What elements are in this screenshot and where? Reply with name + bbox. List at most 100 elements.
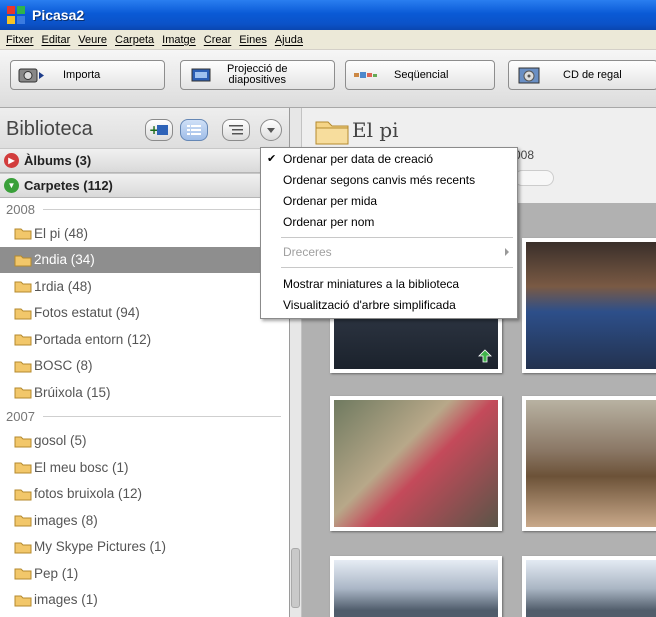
folder-label: Portada entorn (12)	[34, 331, 152, 347]
folder-icon	[315, 121, 349, 145]
menu-carpeta[interactable]: Carpeta	[111, 34, 158, 46]
folder-icon	[14, 515, 32, 527]
folder-icon	[14, 489, 32, 500]
menu-eines[interactable]: Eines	[235, 34, 271, 46]
folder-icon	[14, 334, 32, 346]
year-label: 2007	[6, 409, 35, 424]
scrollbar-thumb[interactable]	[291, 548, 300, 608]
divider	[42, 416, 281, 417]
folder-item[interactable]: El meu bosc (1)	[0, 454, 289, 481]
folder-item[interactable]: images (8)	[0, 507, 289, 534]
folder-label: gosol (5)	[34, 433, 87, 449]
menu-item-sort-by-name[interactable]: Ordenar per nom	[261, 212, 517, 232]
folder-item[interactable]: images (1)	[0, 587, 289, 614]
folder-label: 2ndia (34)	[34, 252, 95, 268]
toolbar: Importa Projecció de diapositives Seqüen…	[0, 50, 656, 108]
menu-item-shortcuts: Dreceres	[261, 242, 517, 262]
folder-item[interactable]: BOSC (8)	[0, 353, 289, 380]
menu-item-simplified-tree[interactable]: Visualització d'arbre simplificada	[261, 295, 517, 315]
caption-pill[interactable]	[514, 170, 554, 186]
title-bar: Picasa2	[0, 0, 656, 30]
chevron-down-icon	[267, 128, 275, 133]
tree-view-button[interactable]	[222, 119, 250, 141]
folder-label: images (1)	[34, 592, 98, 608]
folder-icon	[14, 308, 32, 319]
folder-label: Brúixola (15)	[34, 384, 111, 400]
list-view-button[interactable]	[180, 119, 208, 141]
menu-fitxer[interactable]: Fitxer	[2, 34, 38, 46]
submenu-arrow-icon	[505, 248, 509, 256]
folder-title: El pi	[352, 118, 399, 142]
menu-crear[interactable]: Crear	[200, 34, 236, 46]
slideshow-label: Projecció de diapositives	[227, 64, 288, 86]
folders-label: Carpetes (112)	[24, 178, 113, 193]
menu-item-label: Dreceres	[283, 245, 332, 259]
library-title: Biblioteca	[6, 118, 93, 140]
menu-ajuda[interactable]: Ajuda	[271, 34, 307, 46]
menu-editar[interactable]: Editar	[38, 34, 75, 46]
photo-thumbnail[interactable]	[522, 238, 656, 373]
folder-icon	[14, 387, 32, 399]
library-options-menu: ✔ Ordenar per data de creació Ordenar se…	[260, 147, 518, 319]
folder-item[interactable]: Brúixola (15)	[0, 379, 289, 406]
import-label: Importa	[63, 68, 101, 81]
folder-item[interactable]: Pep (1)	[0, 560, 289, 587]
import-button[interactable]: Importa	[10, 60, 165, 90]
gift-cd-icon	[515, 65, 543, 85]
folder-label: Fotos estatut (94)	[34, 305, 140, 321]
year-header-2008: 2008	[0, 198, 289, 220]
folder-item[interactable]: fotos bruixola (12)	[0, 481, 289, 508]
folder-icon	[14, 281, 32, 293]
timeline-label: Seqüencial	[394, 68, 449, 81]
folder-icon	[14, 436, 32, 447]
expand-arrow-icon: ▶	[4, 153, 19, 168]
folder-item[interactable]: Fotos estatut (94)	[0, 300, 289, 327]
library-header: Biblioteca +	[0, 108, 289, 148]
folder-icon	[14, 228, 32, 240]
folder-item[interactable]: Portada entorn (12)	[0, 326, 289, 353]
menu-item-show-thumbnails[interactable]: Mostrar miniatures a la biblioteca	[261, 274, 517, 294]
gift-cd-button[interactable]: CD de regal	[508, 60, 656, 90]
photo-thumbnail[interactable]	[522, 556, 656, 617]
gift-cd-label: CD de regal	[563, 68, 622, 81]
library-sidebar: Biblioteca + ▶ Àlbums (3) ▼ Carpetes (11…	[0, 108, 290, 617]
folder-item[interactable]: 1rdia (48)	[0, 273, 289, 300]
menu-item-label: Mostrar miniatures a la biblioteca	[283, 277, 460, 291]
menu-item-sort-by-date[interactable]: ✔ Ordenar per data de creació	[261, 149, 517, 169]
folder-icon	[14, 361, 32, 372]
menu-imatge[interactable]: Imatge	[158, 34, 200, 46]
folder-icon	[14, 542, 32, 553]
menu-veure[interactable]: Veure	[74, 34, 111, 46]
timeline-button[interactable]: Seqüencial	[345, 60, 495, 90]
folder-item[interactable]: El pi (48)	[0, 220, 289, 247]
folder-item[interactable]: gosol (5)	[0, 428, 289, 455]
add-to-library-button[interactable]: +	[145, 119, 173, 141]
folder-icon	[14, 255, 32, 266]
add-album-icon: +	[149, 123, 168, 137]
checkmark-icon: ✔	[267, 153, 277, 165]
menu-separator	[281, 267, 513, 268]
upload-arrow-icon	[478, 349, 492, 363]
tree-view-icon	[229, 125, 243, 135]
menu-item-label: Ordenar per data de creació	[283, 152, 434, 166]
slideshow-button[interactable]: Projecció de diapositives	[180, 60, 335, 90]
camera-icon	[17, 65, 45, 85]
list-view-icon	[187, 125, 201, 135]
photo-thumbnail[interactable]	[330, 556, 502, 617]
photo-thumbnail[interactable]	[330, 396, 502, 531]
divider	[42, 208, 281, 210]
albums-section[interactable]: ▶ Àlbums (3)	[0, 148, 289, 173]
folder-icon	[14, 568, 32, 580]
folder-item[interactable]: My Skype Pictures (1)	[0, 534, 289, 561]
albums-label: Àlbums (3)	[24, 153, 92, 168]
year-label: 2008	[6, 201, 35, 217]
folder-item-selected[interactable]: 2ndia (34)	[0, 246, 289, 273]
folder-label: El meu bosc (1)	[34, 459, 129, 475]
photo-thumbnail[interactable]	[522, 396, 656, 531]
menu-item-sort-by-recent-changes[interactable]: Ordenar segons canvis més recents	[261, 170, 517, 190]
library-options-button[interactable]	[260, 119, 282, 141]
menu-item-sort-by-size[interactable]: Ordenar per mida	[261, 191, 517, 211]
folders-section[interactable]: ▼ Carpetes (112)	[0, 173, 289, 198]
folder-label: BOSC (8)	[34, 358, 93, 374]
slideshow-icon	[187, 65, 215, 85]
